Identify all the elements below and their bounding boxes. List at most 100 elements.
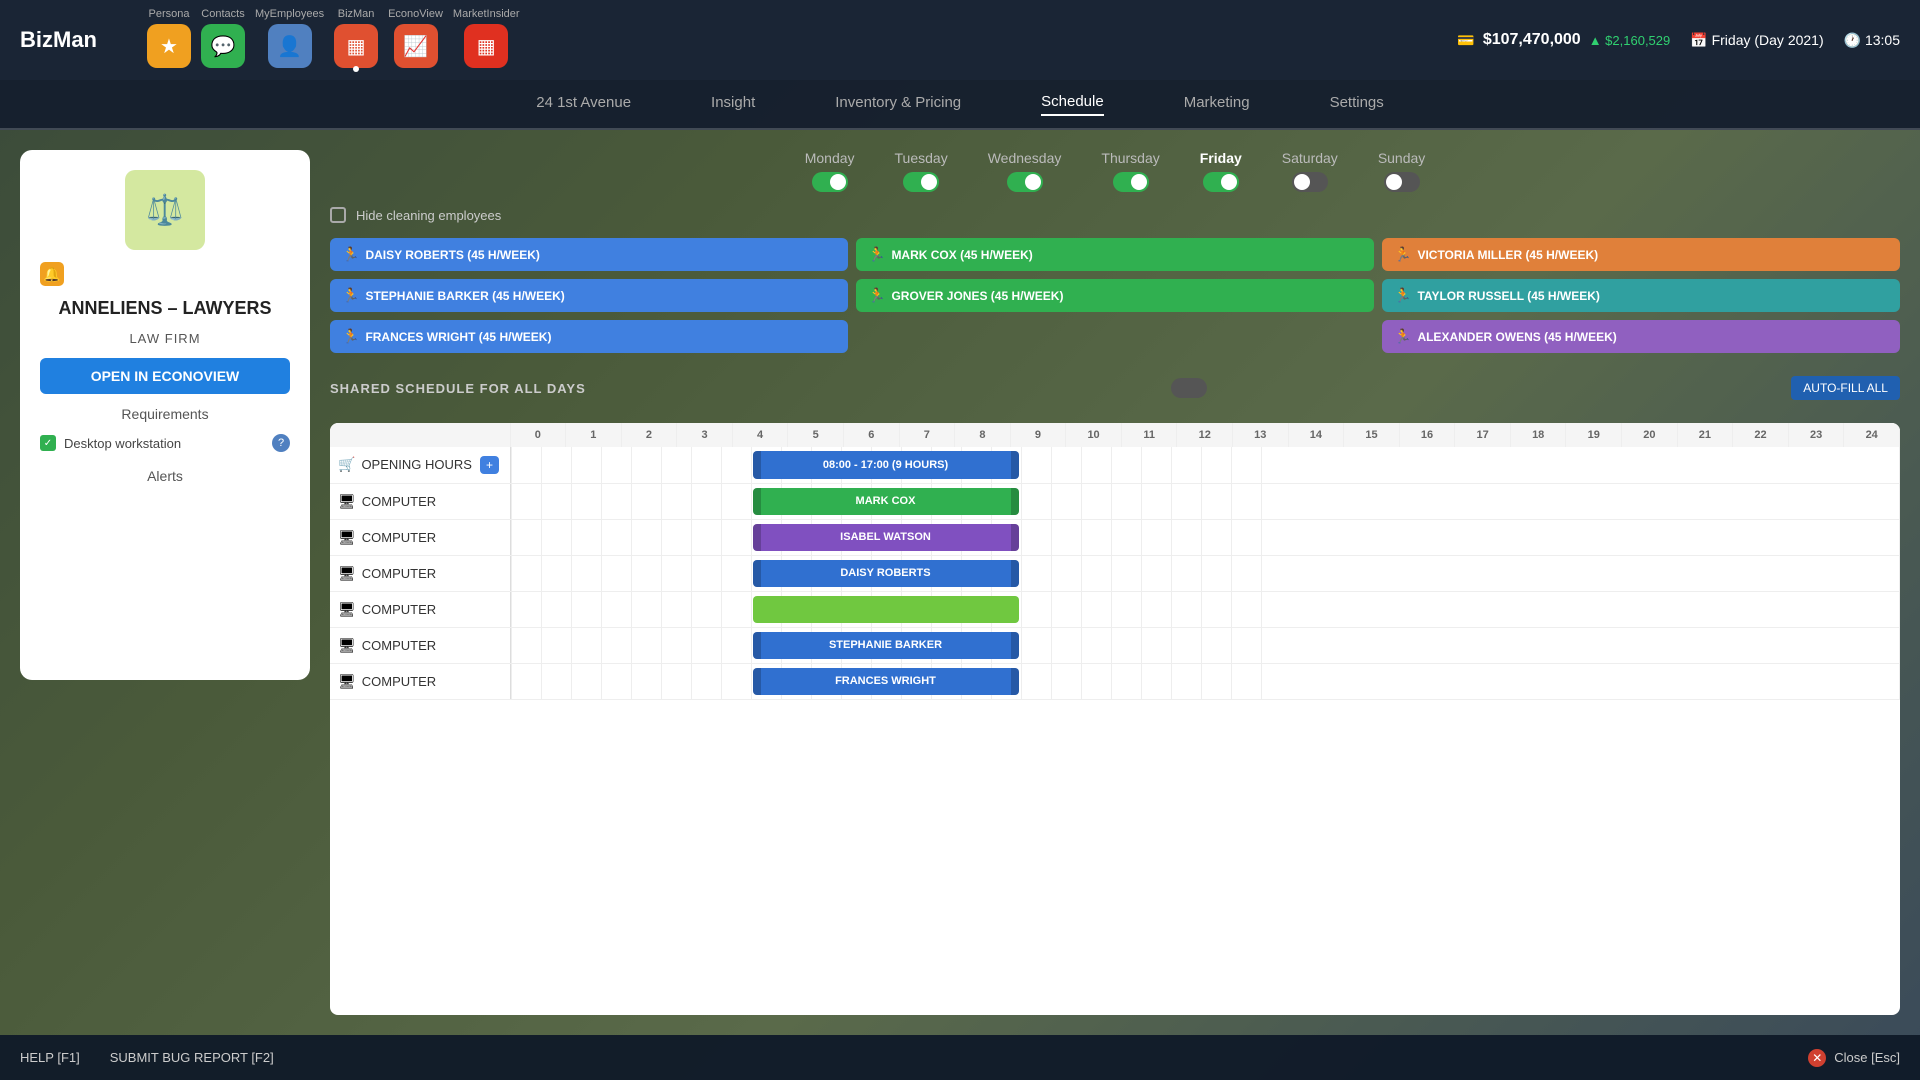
col-hour-0: 0: [510, 423, 566, 447]
nav-item-persona[interactable]: Persona ★: [147, 8, 191, 72]
bottom-bar: HELP [F1] SUBMIT BUG REPORT [F2] ✕ Close…: [0, 1035, 1920, 1080]
subnav-schedule[interactable]: Schedule: [1041, 93, 1104, 116]
emp-frances-wright[interactable]: 🏃 FRANCES WRIGHT (45 H/WEEK): [330, 320, 848, 353]
bar-right-handle-0[interactable]: [1011, 451, 1019, 479]
col-hour-3: 3: [677, 423, 733, 447]
open-econoview-button[interactable]: OPEN IN ECONOVIEW: [40, 358, 290, 394]
row-hours-5[interactable]: STEPHANIE BARKER: [510, 627, 1900, 663]
nav-items: Persona ★ Contacts 💬 MyEmployees 👤 BizMa…: [147, 8, 1427, 72]
bar-left-handle-6[interactable]: [753, 668, 761, 695]
employee-grid: 🏃 DAISY ROBERTS (45 H/WEEK) 🏃 MARK COX (…: [330, 238, 1900, 353]
emp-alexander-owens[interactable]: 🏃 ALEXANDER OWENS (45 H/WEEK): [1382, 320, 1900, 353]
nav-item-contacts[interactable]: Contacts 💬: [201, 8, 245, 72]
nav-item-bizman[interactable]: BizMan ▦: [334, 8, 378, 72]
row-type-label-2: COMPUTER: [362, 530, 436, 545]
subnav-marketing[interactable]: Marketing: [1184, 94, 1250, 115]
help-button[interactable]: HELP [F1]: [20, 1050, 80, 1065]
row-type-icon-6: 🖥: [338, 673, 356, 689]
bar-right-handle-1[interactable]: [1011, 488, 1019, 515]
emp-grover-jones[interactable]: 🏃 GROVER JONES (45 H/WEEK): [856, 279, 1374, 312]
row-label-3: 🖥COMPUTER: [330, 555, 510, 591]
row-hours-6[interactable]: FRANCES WRIGHT: [510, 663, 1900, 699]
row-hours-3[interactable]: DAISY ROBERTS: [510, 555, 1900, 591]
row-hours-2[interactable]: ISABEL WATSON: [510, 519, 1900, 555]
money-display: 💳 $107,470,000 ▲ $2,160,529: [1457, 31, 1670, 49]
shared-schedule-toggle[interactable]: [1171, 378, 1207, 398]
subnav-address[interactable]: 24 1st Avenue: [536, 94, 631, 115]
nav-item-econoview[interactable]: EconoView 📈: [388, 8, 443, 72]
schedule-row-5: 🖥COMPUTERSTEPHANIE BARKER: [330, 627, 1900, 663]
date-value: Friday (Day 2021): [1712, 32, 1824, 48]
bar-left-handle-2[interactable]: [753, 524, 761, 551]
hide-cleaning-label: Hide cleaning employees: [356, 208, 501, 223]
day-toggle-thursday[interactable]: [1113, 172, 1149, 192]
day-toggle-saturday[interactable]: [1292, 172, 1328, 192]
time-display: 🕐 13:05: [1844, 32, 1900, 49]
day-tuesday[interactable]: Tuesday: [895, 150, 948, 192]
day-friday[interactable]: Friday: [1200, 150, 1242, 192]
day-saturday[interactable]: Saturday: [1282, 150, 1338, 192]
emp-victoria-miller[interactable]: 🏃 VICTORIA MILLER (45 H/WEEK): [1382, 238, 1900, 271]
bar-left-handle-0[interactable]: [753, 451, 761, 479]
emp-stephanie-barker[interactable]: 🏃 STEPHANIE BARKER (45 H/WEEK): [330, 279, 848, 312]
emp-icon-stephanie: 🏃: [342, 287, 359, 304]
close-label: Close [Esc]: [1834, 1050, 1900, 1065]
nav-icon-contacts[interactable]: 💬: [201, 24, 245, 68]
nav-label-myemployees: MyEmployees: [255, 8, 324, 20]
emp-taylor-russell[interactable]: 🏃 TAYLOR RUSSELL (45 H/WEEK): [1382, 279, 1900, 312]
day-toggle-sunday[interactable]: [1384, 172, 1420, 192]
left-panel: ⚖️ 🔔 ANNELIENS – LAWYERS LAW FIRM OPEN I…: [20, 150, 310, 680]
day-wednesday[interactable]: Wednesday: [988, 150, 1062, 192]
col-hour-11: 11: [1121, 423, 1177, 447]
req-help-icon[interactable]: ?: [272, 434, 290, 452]
bar-left-handle-5[interactable]: [753, 632, 761, 659]
hide-cleaning-checkbox[interactable]: [330, 207, 346, 223]
day-label-saturday: Saturday: [1282, 150, 1338, 166]
add-hours-button[interactable]: +: [480, 456, 499, 474]
day-toggle-tuesday[interactable]: [903, 172, 939, 192]
row-label-5: 🖥COMPUTER: [330, 627, 510, 663]
day-toggle-monday[interactable]: [812, 172, 848, 192]
row-hours-0[interactable]: 08:00 - 17:00 (9 HOURS): [510, 447, 1900, 483]
schedule-row-0: 🛒OPENING HOURS+08:00 - 17:00 (9 HOURS): [330, 447, 1900, 483]
bar-right-handle-5[interactable]: [1011, 632, 1019, 659]
subnav-insight[interactable]: Insight: [711, 94, 755, 115]
row-hours-4[interactable]: [510, 591, 1900, 627]
nav-item-myemployees[interactable]: MyEmployees 👤: [255, 8, 324, 72]
close-button[interactable]: ✕ Close [Esc]: [1808, 1049, 1900, 1067]
day-toggle-wednesday[interactable]: [1007, 172, 1043, 192]
day-monday[interactable]: Monday: [805, 150, 855, 192]
emp-label-mark: MARK COX (45 H/WEEK): [891, 248, 1032, 262]
money-amount: $107,470,000: [1483, 31, 1581, 49]
bar-left-handle-3[interactable]: [753, 560, 761, 587]
row-type-label-0: OPENING HOURS: [361, 457, 472, 472]
bar-right-handle-3[interactable]: [1011, 560, 1019, 587]
day-toggle-friday[interactable]: [1203, 172, 1239, 192]
bar-right-handle-2[interactable]: [1011, 524, 1019, 551]
subnav-settings[interactable]: Settings: [1330, 94, 1384, 115]
top-nav: BizMan Persona ★ Contacts 💬 MyEmployees …: [0, 0, 1920, 80]
nav-icon-econoview[interactable]: 📈: [394, 24, 438, 68]
nav-icon-myemployees[interactable]: 👤: [268, 24, 312, 68]
nav-item-marketinsider[interactable]: MarketInsider ▦: [453, 8, 520, 72]
money-icon: 💳: [1457, 32, 1474, 49]
subnav-inventory[interactable]: Inventory & Pricing: [835, 94, 961, 115]
bar-left-handle-1[interactable]: [753, 488, 761, 515]
bug-report-button[interactable]: SUBMIT BUG REPORT [F2]: [110, 1050, 274, 1065]
emp-mark-cox[interactable]: 🏃 MARK COX (45 H/WEEK): [856, 238, 1374, 271]
col-header-label: [330, 423, 510, 447]
nav-icon-bizman[interactable]: ▦: [334, 24, 378, 68]
nav-label-contacts: Contacts: [201, 8, 244, 20]
row-type-icon-5: 🖥: [338, 637, 356, 653]
bar-right-handle-6[interactable]: [1011, 668, 1019, 695]
day-sunday[interactable]: Sunday: [1378, 150, 1425, 192]
nav-icon-marketinsider[interactable]: ▦: [464, 24, 508, 68]
row-label-0: 🛒OPENING HOURS+: [330, 447, 510, 483]
day-thursday[interactable]: Thursday: [1101, 150, 1159, 192]
schedule-header-row: 0 1 2 3 4 5 6 7 8 9 10 11 12 13: [330, 423, 1900, 447]
req-checkbox[interactable]: ✓: [40, 435, 56, 451]
emp-daisy-roberts[interactable]: 🏃 DAISY ROBERTS (45 H/WEEK): [330, 238, 848, 271]
auto-fill-button[interactable]: AUTO-FILL ALL: [1791, 376, 1900, 400]
row-hours-1[interactable]: MARK COX: [510, 483, 1900, 519]
nav-icon-persona[interactable]: ★: [147, 24, 191, 68]
